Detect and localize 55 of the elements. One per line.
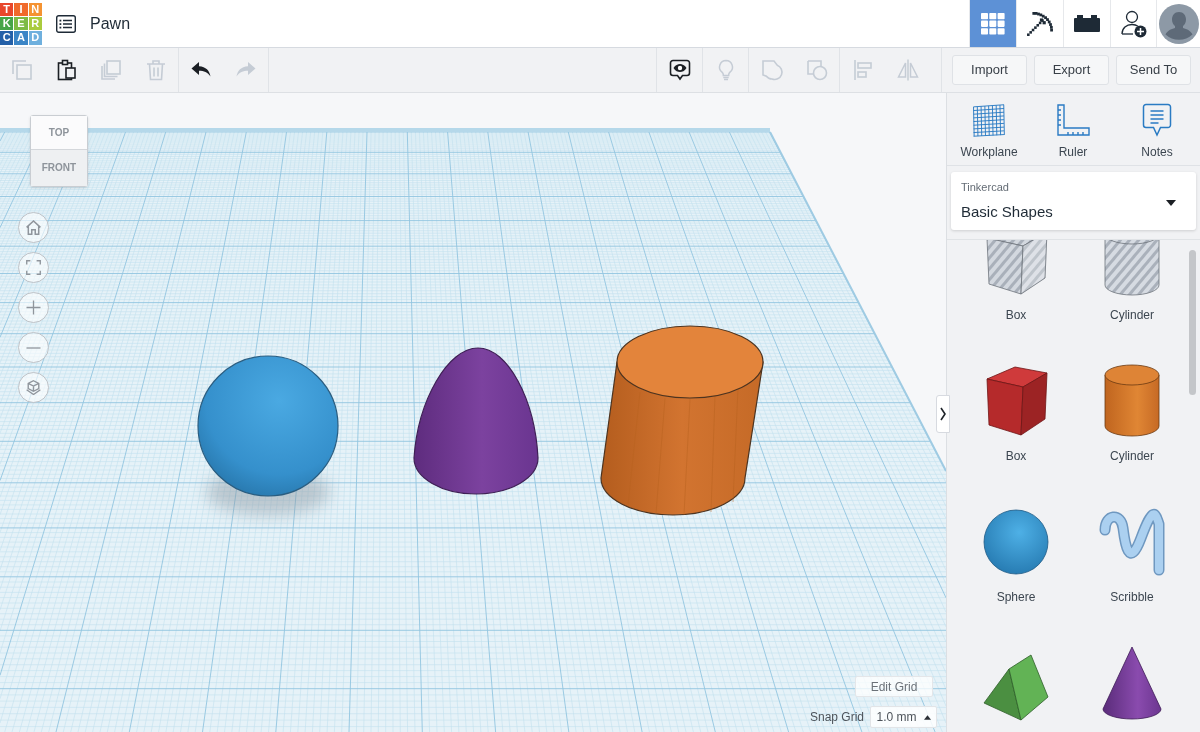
toolbar-button[interactable]: Send To: [1116, 55, 1191, 85]
fit-view-button[interactable]: [18, 252, 49, 283]
pickaxe-icon: [1027, 11, 1053, 36]
scrollbar[interactable]: [1189, 250, 1196, 395]
shape-tile[interactable]: Cylinder: [1074, 240, 1190, 361]
caret-up-icon: [923, 714, 931, 720]
logo-letter: E: [14, 16, 28, 31]
library-value: Basic Shapes: [961, 203, 1053, 221]
shape-tile[interactable]: Scribble: [1074, 502, 1190, 643]
brick-icon: [1074, 15, 1100, 32]
home-icon: [26, 220, 41, 235]
ruler-icon: [1056, 104, 1090, 136]
note-bubble-icon: [1142, 103, 1172, 137]
panel-tool-button[interactable]: Notes: [1115, 103, 1199, 159]
workplane-grid-icon: [973, 103, 1005, 137]
logo-letter: D: [28, 31, 42, 45]
panel-tool-button[interactable]: Ruler: [1031, 103, 1115, 159]
snap-grid-dropdown[interactable]: 1.0 mm: [870, 706, 937, 728]
design-title[interactable]: Pawn: [90, 15, 131, 32]
library-dropdown[interactable]: Tinkercad Basic Shapes: [951, 172, 1196, 230]
logo-letter: N: [28, 2, 42, 16]
fit-view-icon: [26, 260, 41, 275]
chevron-right-icon: [940, 407, 946, 421]
cube-face-label: FRONT: [41, 163, 77, 173]
list-icon[interactable]: [56, 14, 76, 33]
home-button[interactable]: [18, 212, 49, 243]
logo-letter: A: [14, 31, 28, 45]
shape-tile[interactable]: Sphere: [958, 502, 1074, 643]
shape-tile[interactable]: Box: [958, 361, 1074, 502]
view-toggle-button[interactable]: [18, 372, 49, 403]
toolbar-button[interactable]: Import: [952, 55, 1027, 85]
caret-down-icon: [1166, 200, 1176, 206]
avatar-icon[interactable]: [1158, 3, 1199, 44]
grid-icon: [981, 12, 1005, 35]
eye-bubble-icon[interactable]: [667, 58, 692, 82]
zoom-in-icon: [26, 300, 41, 315]
zoom-in-button[interactable]: [18, 292, 49, 323]
library-source: Tinkercad: [961, 181, 1010, 194]
logo-letter: K: [0, 16, 14, 31]
logo-letter: C: [0, 31, 14, 45]
add-user-icon[interactable]: [1120, 9, 1147, 38]
logo-letter: T: [0, 2, 14, 16]
toolbar-button[interactable]: Export: [1034, 55, 1109, 85]
zoom-out-button[interactable]: [18, 332, 49, 363]
snap-grid-label: Snap Grid: [809, 711, 864, 723]
panel-tool-button[interactable]: Workplane: [947, 103, 1031, 159]
cube-view-icon: [26, 380, 41, 395]
shape-tile[interactable]: Cylinder: [1074, 361, 1190, 502]
edit-grid-button[interactable]: Edit Grid: [855, 676, 933, 697]
shape-tile[interactable]: Box: [958, 240, 1074, 361]
zoom-out-icon: [26, 346, 41, 349]
panel-collapse-button[interactable]: [936, 395, 950, 433]
logo-letter: I: [14, 2, 28, 16]
logo-letter: R: [28, 16, 42, 31]
cube-face-label: TOP: [48, 127, 70, 138]
